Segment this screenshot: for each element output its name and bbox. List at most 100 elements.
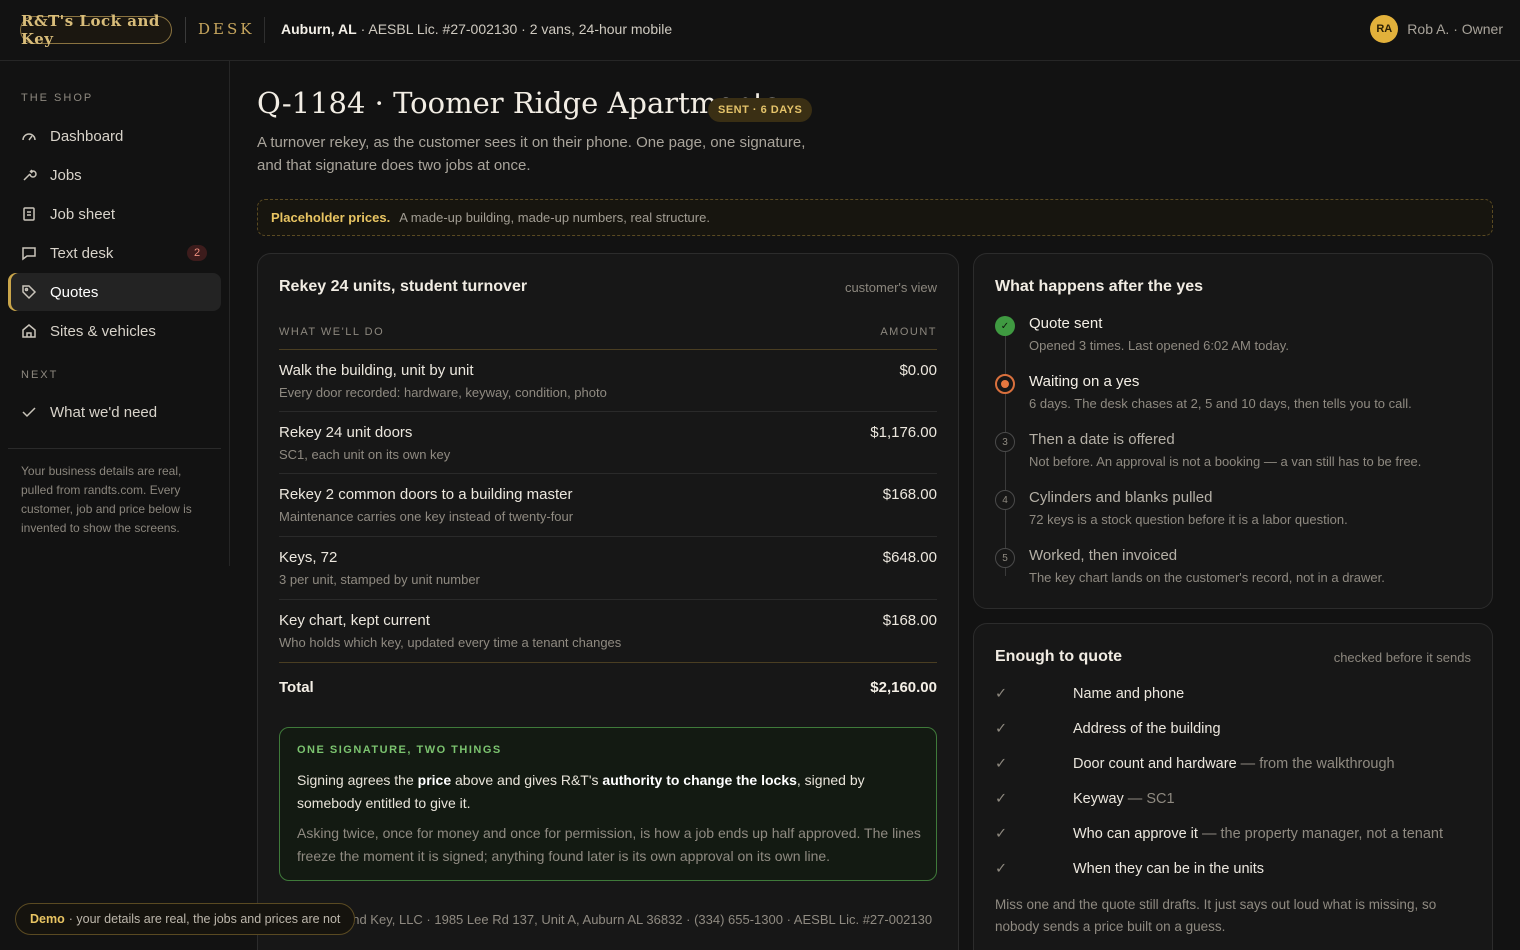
step-detail: The key chart lands on the customer's re… <box>1029 570 1385 585</box>
notice-label: Placeholder prices. <box>271 210 391 225</box>
line-title: Rekey 24 unit doors <box>279 424 413 441</box>
wrench-icon <box>21 167 37 183</box>
sidebar-item-what-wed-need[interactable]: What we'd need <box>8 393 221 431</box>
item-label: Who can approve it <box>1073 826 1198 842</box>
line-title: Walk the building, unit by unit <box>279 362 474 379</box>
sidebar-item-label: Jobs <box>50 166 82 184</box>
user-menu[interactable]: RA Rob A. · Owner <box>1370 15 1503 43</box>
step-title: Worked, then invoiced <box>1029 547 1178 564</box>
requirements-footnote: Miss one and the quote still drafts. It … <box>995 897 1437 934</box>
top-bar: R&T's Lock and Key DESK Auburn, AL · AES… <box>0 0 1520 61</box>
business-location: Auburn, AL · AESBL Lic. #27-002130 · 2 v… <box>281 21 672 37</box>
location-detail: · AESBL Lic. #27-002130 · 2 vans, 24-hou… <box>360 21 673 37</box>
item-label: When they can be in the units <box>1073 861 1265 877</box>
step-title: Then a date is offered <box>1029 431 1175 448</box>
step-title: Waiting on a yes <box>1029 373 1140 390</box>
card-title: What happens after the yes <box>995 278 1204 295</box>
step-number-icon: 3 <box>995 432 1015 452</box>
sidebar: THE SHOP Dashboard Jobs Job sheet Text d… <box>0 61 230 566</box>
requirements-card: Enough to quote checked before it sends … <box>973 623 1493 950</box>
page-title: Q-1184 · Toomer Ridge Apartments <box>257 86 780 120</box>
text-run: Signing agrees the <box>297 772 418 788</box>
step-detail: 72 keys is a stock question before it is… <box>1029 512 1348 527</box>
line-amount: $168.00 <box>882 612 937 629</box>
sidebar-item-job-sheet[interactable]: Job sheet <box>8 195 221 233</box>
demo-label: Demo <box>30 912 65 926</box>
table-row: Walk the building, unit by unit Every do… <box>279 349 937 411</box>
callout-primary-text: Signing agrees the price above and gives… <box>297 769 917 815</box>
timeline-track <box>1005 336 1006 576</box>
sidebar-section-label: NEXT <box>21 369 59 381</box>
line-detail: Who holds which key, updated every time … <box>279 635 622 650</box>
item-label: Keyway <box>1073 791 1124 807</box>
check-icon <box>21 404 37 420</box>
sidebar-item-label: Dashboard <box>50 127 124 145</box>
brand-logo-text: R&T's Lock and Key <box>21 12 160 48</box>
notice-text: A made-up building, made-up numbers, rea… <box>399 210 710 225</box>
step-number-icon: 4 <box>995 490 1015 510</box>
card-meta: customer's view <box>844 280 937 295</box>
page-description: A turnover rekey, as the customer sees i… <box>257 134 806 174</box>
check-icon: ✓ <box>995 826 1008 842</box>
card-title: Rekey 24 units, student turnover <box>279 278 528 295</box>
card-meta: checked before it sends <box>1333 650 1471 665</box>
card-title: Enough to quote <box>995 648 1123 665</box>
callout-secondary-text: Asking twice, once for money and once fo… <box>297 825 921 864</box>
divider <box>264 17 265 43</box>
signature-callout: ONE SIGNATURE, TWO THINGS Signing agrees… <box>279 727 937 881</box>
app-name: DESK <box>198 20 255 38</box>
sidebar-item-label: Quotes <box>50 283 99 301</box>
line-title: Rekey 2 common doors to a building maste… <box>279 486 573 503</box>
line-title: Keys, 72 <box>279 549 338 566</box>
sidebar-item-text-desk[interactable]: Text desk 2 <box>8 234 221 272</box>
current-step-icon <box>995 374 1015 394</box>
unread-badge: 2 <box>187 245 207 261</box>
table-row: Key chart, kept current Who holds which … <box>279 599 937 662</box>
item-detail: — from the walkthrough <box>1236 756 1395 772</box>
item-label: Name and phone <box>1073 686 1185 702</box>
check-icon: ✓ <box>995 756 1008 772</box>
location-city: Auburn, AL <box>281 21 357 37</box>
item-detail: — the property manager, not a tenant <box>1197 826 1443 842</box>
step-title: Cylinders and blanks pulled <box>1029 489 1213 506</box>
step-detail: Opened 3 times. Last opened 6:02 AM toda… <box>1029 338 1289 353</box>
table-row: Rekey 24 unit doors SC1, each unit on it… <box>279 411 937 473</box>
gauge-icon <box>21 128 37 144</box>
divider <box>185 17 186 43</box>
item-label: Address of the building <box>1073 721 1221 737</box>
line-detail: Every door recorded: hardware, keyway, c… <box>279 385 607 400</box>
line-detail: Maintenance carries one key instead of t… <box>279 509 574 524</box>
sidebar-item-label: Job sheet <box>50 205 116 223</box>
demo-pill[interactable]: Demo · your details are real, the jobs a… <box>15 903 356 935</box>
sidebar-item-label: Sites & vehicles <box>50 322 156 340</box>
check-icon: ✓ <box>995 861 1008 877</box>
sidebar-item-jobs[interactable]: Jobs <box>8 156 221 194</box>
total-row: Total $2,160.00 <box>279 662 937 710</box>
callout-heading: ONE SIGNATURE, TWO THINGS <box>297 744 502 756</box>
home-icon <box>21 323 37 339</box>
next-steps-card: What happens after the yes ✓ Quote sent … <box>973 253 1493 609</box>
sidebar-item-label: What we'd need <box>50 403 158 421</box>
line-detail: SC1, each unit on its own key <box>279 447 451 462</box>
emphasis-authority: authority to change the locks <box>602 772 797 788</box>
sidebar-item-quotes[interactable]: Quotes <box>8 273 221 311</box>
line-amount: $1,176.00 <box>870 424 937 441</box>
document-icon <box>21 206 37 222</box>
line-amount: $0.00 <box>899 362 937 379</box>
sidebar-item-dashboard[interactable]: Dashboard <box>8 117 221 155</box>
brand-logo[interactable]: R&T's Lock and Key <box>20 12 172 48</box>
line-detail: 3 per unit, stamped by unit number <box>279 572 480 587</box>
sidebar-note: Your business details are real, pulled f… <box>21 464 192 535</box>
line-title: Key chart, kept current <box>279 612 430 629</box>
quote-lines-card: Rekey 24 units, student turnover custome… <box>257 253 959 950</box>
line-amount: $648.00 <box>882 549 937 566</box>
business-footer: and Key, LLC · 1985 Lee Rd 137, Unit A, … <box>345 912 933 927</box>
divider <box>8 448 221 449</box>
placeholder-notice: Placeholder prices. A made-up building, … <box>257 199 1493 236</box>
total-amount: $2,160.00 <box>870 679 937 696</box>
step-detail: 6 days. The desk chases at 2, 5 and 10 d… <box>1029 396 1412 411</box>
column-header-work: WHAT WE'LL DO <box>279 326 385 338</box>
sidebar-item-sites-vehicles[interactable]: Sites & vehicles <box>8 312 221 350</box>
column-header-amount: AMOUNT <box>880 326 937 338</box>
user-name: Rob A. · Owner <box>1407 21 1503 37</box>
